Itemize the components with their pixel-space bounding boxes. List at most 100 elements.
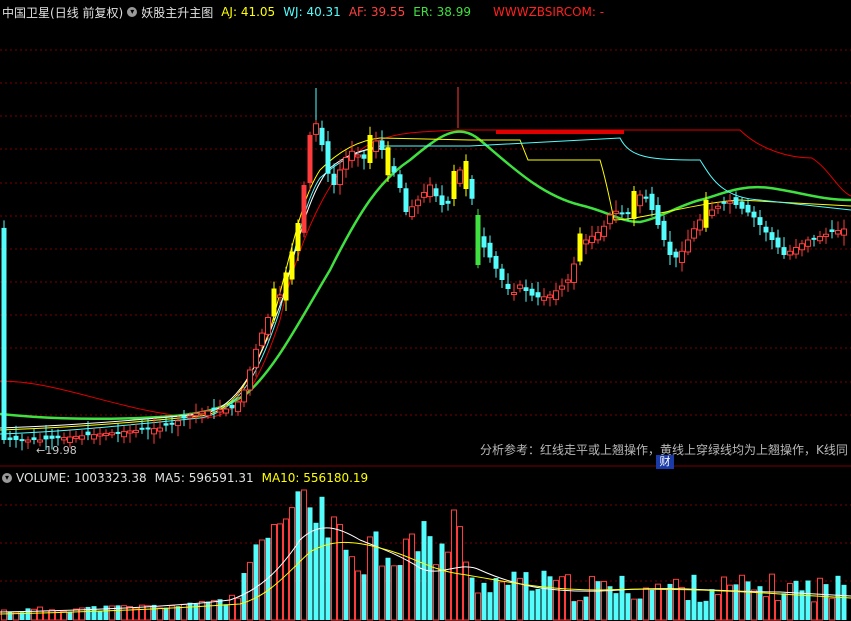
- candle-body: [577, 233, 583, 262]
- finance-badge[interactable]: 财: [656, 455, 674, 469]
- candle-body: [277, 294, 283, 299]
- candle-body: [439, 195, 445, 205]
- candle-body: [721, 201, 727, 204]
- chevron-down-icon[interactable]: ▾: [2, 473, 12, 483]
- candle-body: [61, 437, 67, 441]
- volume-bar: [643, 587, 649, 621]
- candle-body: [91, 434, 97, 440]
- af-value: AF: 39.55: [348, 5, 406, 19]
- candle-body: [271, 288, 277, 317]
- volume-bar: [493, 578, 499, 620]
- yellow-trend-line: [0, 137, 851, 431]
- candle-body: [685, 239, 691, 253]
- volume-bar: [331, 516, 337, 621]
- volume-bar: [751, 589, 757, 621]
- ma10-value: MA10: 556180.19: [261, 471, 369, 485]
- candle-body: [361, 154, 367, 159]
- candle-body: [787, 250, 793, 256]
- stock-chart[interactable]: [0, 0, 851, 621]
- volume-bar: [637, 598, 643, 620]
- candle-body: [415, 199, 421, 207]
- candle-body: [445, 200, 451, 204]
- volume-bar: [715, 594, 721, 621]
- volume-bar: [355, 570, 361, 621]
- volume-bar: [625, 593, 631, 620]
- main-chart-header: 中国卫星 (日线 前复权) ▾ 妖股主升主图 AJ: 41.05 WJ: 40.…: [0, 2, 604, 22]
- volume-bar: [805, 580, 811, 620]
- candle-body: [1, 227, 7, 440]
- volume-bar: [553, 579, 559, 621]
- ma5-value: MA5: 596591.31: [154, 471, 254, 485]
- candle-body: [763, 226, 769, 233]
- volume-bar: [739, 574, 745, 621]
- volume-bar: [103, 605, 109, 620]
- volume-bar: [127, 605, 133, 621]
- candle-body: [451, 171, 457, 199]
- volume-bar: [697, 601, 703, 620]
- volume-bar: [181, 603, 187, 621]
- period-label[interactable]: (日线 前复权): [50, 4, 123, 21]
- volume-bar: [829, 597, 835, 621]
- volume-bar: [619, 575, 625, 620]
- volume-bar: [385, 557, 391, 620]
- candle-body: [31, 437, 37, 440]
- volume-bar: [601, 580, 607, 621]
- volume-bar: [541, 570, 547, 620]
- candle-body: [625, 212, 631, 215]
- volume-bar: [469, 577, 475, 620]
- volume-value: VOLUME: 1003323.38: [16, 471, 147, 485]
- volume-bar: [817, 577, 823, 621]
- volume-bar: [769, 573, 775, 621]
- volume-bar: [361, 574, 367, 620]
- volume-bar: [427, 536, 433, 620]
- low-price-text: 19.98: [45, 444, 77, 457]
- volume-bar: [391, 565, 397, 621]
- volume-bar: [235, 597, 241, 621]
- candle-body: [307, 135, 313, 184]
- volume-bar: [91, 606, 97, 620]
- volume-bar: [487, 592, 493, 620]
- stock-name[interactable]: 中国卫星: [2, 4, 50, 21]
- candle-body: [343, 157, 349, 170]
- volume-bar: [319, 496, 325, 620]
- volume-bar: [433, 564, 439, 621]
- candle-body: [469, 179, 475, 199]
- volume-bar: [781, 593, 787, 620]
- volume-bar: [529, 590, 535, 620]
- red-highlight-bar: [496, 130, 624, 134]
- candle-body: [295, 223, 301, 251]
- candle-body: [385, 147, 391, 176]
- candle-body: [49, 435, 55, 439]
- candle-body: [355, 154, 361, 158]
- candle-body: [811, 237, 817, 240]
- volume-bar: [649, 589, 655, 620]
- white-trend-line: [0, 148, 391, 429]
- volume-bar: [595, 581, 601, 620]
- candle-body: [517, 284, 523, 289]
- volume-bar: [313, 522, 319, 620]
- candlesticks: [1, 87, 847, 451]
- candle-body: [37, 439, 43, 443]
- volume-bar: [265, 537, 271, 620]
- candle-body: [205, 410, 211, 417]
- chevron-down-icon[interactable]: ▾: [127, 7, 138, 17]
- candle-body: [511, 292, 517, 295]
- green-trend-line: [0, 130, 851, 421]
- candle-body: [241, 389, 247, 403]
- candle-body: [13, 435, 19, 440]
- candle-body: [757, 217, 763, 225]
- indicator-name[interactable]: 妖股主升主图: [141, 4, 213, 21]
- volume-bar: [277, 523, 283, 621]
- candle-body: [409, 206, 415, 218]
- candle-body: [709, 209, 715, 217]
- volume-bar: [811, 601, 817, 621]
- candle-body: [427, 184, 433, 198]
- candle-body: [337, 169, 343, 186]
- volume-bar: [325, 537, 331, 620]
- volume-bar: [505, 584, 511, 620]
- candle-body: [595, 232, 601, 241]
- candle-body: [301, 185, 307, 233]
- candle-body: [769, 232, 775, 240]
- volume-bar: [295, 491, 301, 620]
- candle-body: [499, 268, 505, 280]
